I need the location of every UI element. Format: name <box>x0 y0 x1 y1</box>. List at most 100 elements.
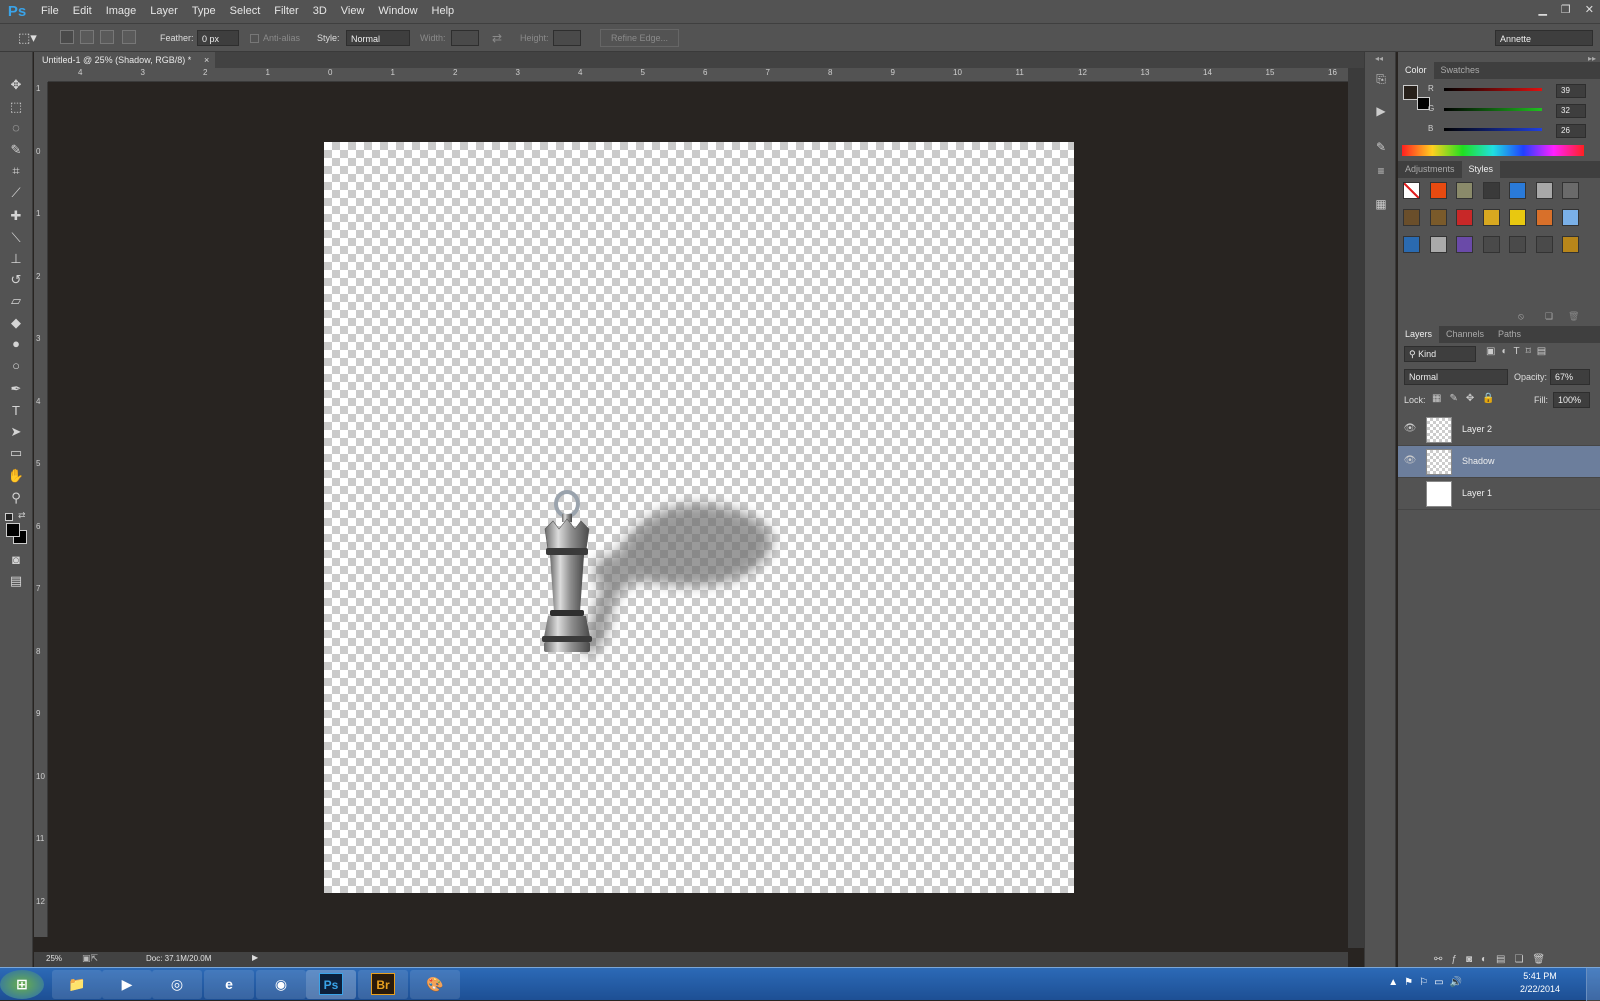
shape-tool-icon[interactable]: ▭ <box>6 444 26 462</box>
close-icon[interactable]: ✕ <box>1585 3 1594 16</box>
style-select[interactable]: Normal <box>346 30 410 46</box>
brush-panel-icon[interactable]: ✎ <box>1373 140 1389 156</box>
tab-color[interactable]: Color <box>1398 62 1434 79</box>
blue-value[interactable]: 26 <box>1556 124 1586 138</box>
system-tray-icons[interactable]: ▲⚑⚐▭🔊 <box>1388 977 1468 988</box>
opacity-input[interactable]: 67% <box>1550 369 1590 385</box>
taskbar-clock[interactable]: 5:41 PM 2/22/2014 <box>1520 970 1560 996</box>
layer-actions-bar[interactable]: ⚯ƒ◙◐▤❏🗑 <box>1434 954 1554 965</box>
actions-panel-icon[interactable]: ▶ <box>1373 104 1389 120</box>
green-value[interactable]: 32 <box>1556 104 1586 118</box>
layer-row-layer-1[interactable]: Layer 1 <box>1398 478 1600 510</box>
style-swatch[interactable] <box>1482 182 1500 199</box>
menu-filter[interactable]: Filter <box>267 0 305 23</box>
lasso-tool-icon[interactable]: ◌ <box>6 119 26 137</box>
type-tool-icon[interactable]: T <box>6 402 26 420</box>
menu-file[interactable]: File <box>34 0 66 23</box>
pen-tool-icon[interactable]: ✒ <box>6 380 26 398</box>
swap-icon[interactable]: ⇄ <box>492 30 502 46</box>
properties-panel-icon[interactable]: ≡ <box>1373 164 1389 180</box>
screen-mode-icon[interactable]: ▤ <box>6 572 26 590</box>
zoom-tool-icon[interactable]: ⚲ <box>6 489 26 507</box>
path-select-tool-icon[interactable]: ➤ <box>6 423 26 441</box>
style-swatch[interactable] <box>1535 236 1553 253</box>
style-swatch[interactable] <box>1403 209 1420 226</box>
crop-tool-icon[interactable]: ⌗ <box>6 162 26 180</box>
layer-filter-icons[interactable]: ▣◐T⌑▤ <box>1486 346 1552 357</box>
start-button[interactable]: ⊞ <box>0 970 44 999</box>
layer-name[interactable]: Shadow <box>1462 456 1495 466</box>
explorer-icon[interactable]: 📁 <box>52 970 102 999</box>
style-swatch[interactable] <box>1456 236 1473 253</box>
vertical-scrollbar[interactable] <box>1348 68 1364 948</box>
tab-styles[interactable]: Styles <box>1461 161 1501 178</box>
style-swatch[interactable] <box>1429 209 1447 226</box>
style-swatch[interactable] <box>1535 182 1553 199</box>
paint-icon[interactable]: 🎨 <box>410 970 460 999</box>
restore-icon[interactable]: ❐ <box>1561 3 1571 16</box>
blur-tool-icon[interactable]: ● <box>6 335 26 353</box>
media-player-icon[interactable]: ▶ <box>102 970 152 999</box>
menu-view[interactable]: View <box>334 0 372 23</box>
healing-brush-tool-icon[interactable]: ✚ <box>6 207 26 225</box>
subtract-selection-icon[interactable] <box>100 30 114 44</box>
document-tab[interactable]: Untitled-1 @ 25% (Shadow, RGB/8) * × <box>34 52 216 68</box>
red-value[interactable]: 39 <box>1556 84 1586 98</box>
clone-stamp-tool-icon[interactable]: ⊥ <box>6 250 26 268</box>
menu-window[interactable]: Window <box>371 0 424 23</box>
refine-edge-button[interactable]: Refine Edge... <box>600 29 680 47</box>
style-swatch[interactable] <box>1562 209 1579 226</box>
history-brush-tool-icon[interactable]: ↺ <box>6 271 26 289</box>
green-slider[interactable] <box>1444 108 1542 111</box>
status-preview-icon[interactable]: ▣⇱ <box>82 953 98 964</box>
tab-layers[interactable]: Layers <box>1398 326 1440 343</box>
style-swatch[interactable] <box>1456 182 1473 199</box>
menu-layer[interactable]: Layer <box>143 0 185 23</box>
marquee-tool-icon[interactable]: ⬚ <box>6 98 26 116</box>
close-tab-icon[interactable]: × <box>204 52 209 68</box>
visibility-eye-icon[interactable]: 👁 <box>1403 423 1417 437</box>
new-selection-icon[interactable] <box>60 30 74 44</box>
style-swatch[interactable] <box>1429 236 1447 253</box>
menu-image[interactable]: Image <box>99 0 144 23</box>
red-slider[interactable] <box>1444 88 1542 91</box>
hand-tool-icon[interactable]: ✋ <box>6 467 26 485</box>
menu-help[interactable]: Help <box>425 0 462 23</box>
marquee-preset-icon[interactable]: ⬚▾ <box>18 30 37 46</box>
document-canvas[interactable] <box>324 142 1074 893</box>
style-swatch[interactable] <box>1482 236 1500 253</box>
move-tool-icon[interactable]: ✥ <box>6 76 26 94</box>
status-menu-arrow-icon[interactable]: ▶ <box>252 953 258 962</box>
collapse-dock-icon[interactable]: ◂◂ <box>1375 54 1383 63</box>
bridge-icon[interactable]: Br <box>358 970 408 999</box>
style-swatch[interactable] <box>1482 209 1500 226</box>
layer-row-shadow[interactable]: 👁 Shadow <box>1398 446 1600 478</box>
workspace-select[interactable]: Annette <box>1495 30 1593 46</box>
height-input[interactable] <box>553 30 581 46</box>
zoom-level[interactable]: 25% <box>46 954 62 963</box>
style-swatch[interactable] <box>1509 182 1526 199</box>
quick-select-tool-icon[interactable]: ✎ <box>6 141 26 159</box>
blend-mode-select[interactable]: Normal <box>1404 369 1508 385</box>
tab-adjustments[interactable]: Adjustments <box>1398 161 1462 178</box>
tab-swatches[interactable]: Swatches <box>1434 62 1487 79</box>
quick-mask-icon[interactable]: ◙ <box>6 551 26 569</box>
tab-channels[interactable]: Channels <box>1439 326 1491 343</box>
style-swatch[interactable] <box>1403 236 1420 253</box>
internet-explorer-icon[interactable]: e <box>204 970 254 999</box>
foreground-color-swatch[interactable] <box>6 523 20 537</box>
show-desktop-button[interactable] <box>1586 968 1600 1001</box>
visibility-off-icon[interactable] <box>1403 487 1417 501</box>
clear-style-icon[interactable]: ⦸ <box>1518 311 1524 322</box>
chrome-icon[interactable]: ◉ <box>256 970 306 999</box>
style-swatch[interactable] <box>1403 182 1420 199</box>
delete-style-icon[interactable]: 🗑 <box>1568 311 1579 322</box>
style-swatch[interactable] <box>1456 209 1473 226</box>
layer-row-layer-2[interactable]: 👁 Layer 2 <box>1398 414 1600 446</box>
style-swatch[interactable] <box>1535 209 1553 226</box>
dodge-tool-icon[interactable]: ○ <box>6 357 26 375</box>
globe-app-icon[interactable]: ◎ <box>152 970 202 999</box>
brush-tool-icon[interactable]: ⟍ <box>6 229 26 247</box>
eyedropper-tool-icon[interactable]: ⟋ <box>6 184 26 202</box>
fill-input[interactable]: 100% <box>1553 392 1590 408</box>
